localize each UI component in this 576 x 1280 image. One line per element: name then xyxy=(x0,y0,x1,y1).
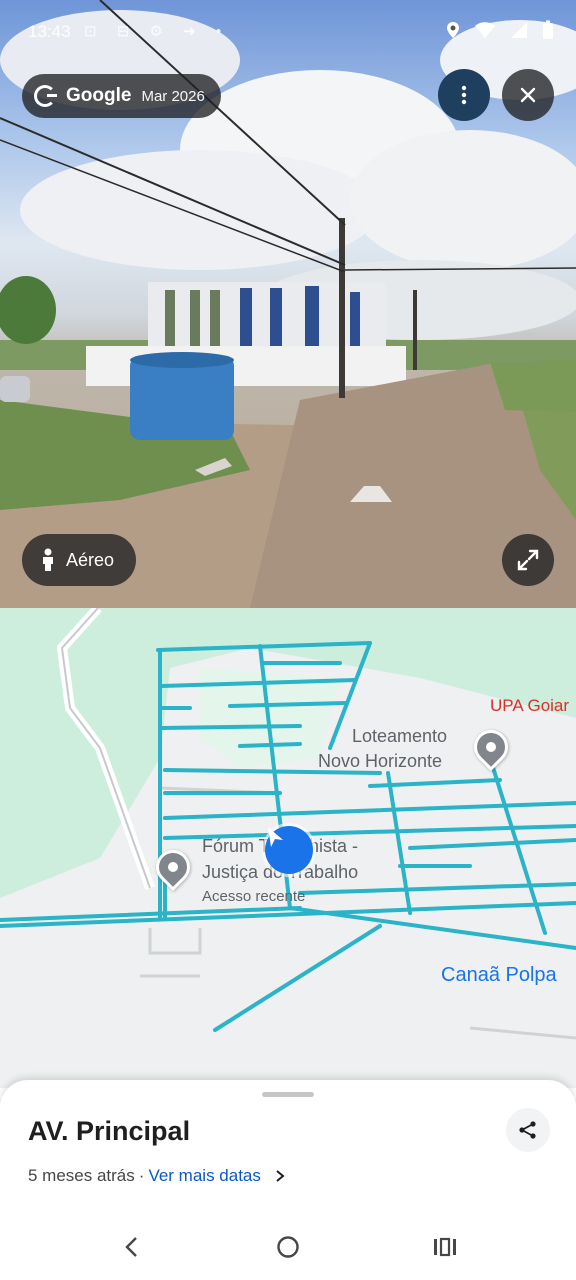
google-date-chip[interactable]: Google Mar 2026 xyxy=(22,74,221,118)
map-view[interactable]: UPA Goiar Loteamento Novo Horizonte Fóru… xyxy=(0,608,576,1088)
home-icon xyxy=(277,1236,299,1258)
date-info-line: 5 meses atrás · Ver mais datas xyxy=(28,1166,285,1186)
current-position-marker xyxy=(265,826,313,874)
home-button[interactable] xyxy=(273,1232,303,1262)
place-title: AV. Principal xyxy=(28,1116,191,1146)
system-navigation-bar xyxy=(0,1216,576,1280)
back-button[interactable] xyxy=(116,1232,146,1262)
location-icon xyxy=(447,22,459,38)
aerial-label: Aéreo xyxy=(66,549,115,570)
recents-button[interactable] xyxy=(430,1232,460,1262)
status-bar: 13:43 ⊡ ⊟ ⚙ ➜ • xyxy=(0,0,576,64)
close-button[interactable] xyxy=(502,69,554,121)
capture-date: Mar 2026 xyxy=(141,87,205,105)
separator-dot: · xyxy=(138,1166,145,1185)
navigation-arrow-icon xyxy=(268,827,283,847)
map-label-canaa[interactable]: Canaã Polpa xyxy=(441,964,557,987)
wifi-icon xyxy=(475,22,495,38)
status-time: 13:43 xyxy=(28,22,71,41)
map-label-loteamento-line1[interactable]: Loteamento xyxy=(352,726,447,747)
fullscreen-button[interactable] xyxy=(502,534,554,586)
signal-icon xyxy=(511,22,527,38)
map-label-upa[interactable]: UPA Goiar xyxy=(490,696,569,716)
close-icon xyxy=(520,87,536,103)
map-label-recent-access: Acesso recente xyxy=(202,888,306,905)
map-label-loteamento-line2[interactable]: Novo Horizonte xyxy=(318,751,442,772)
google-logo-icon xyxy=(34,85,57,107)
more-vert-icon xyxy=(461,85,467,105)
aerial-view-button[interactable]: Aéreo xyxy=(22,534,137,586)
recents-icon xyxy=(434,1237,456,1257)
see-more-dates-link[interactable]: Ver mais datas xyxy=(148,1166,260,1186)
expand-icon xyxy=(517,549,539,571)
drag-handle[interactable] xyxy=(262,1092,314,1097)
chevron-right-icon[interactable] xyxy=(275,1169,285,1183)
back-icon xyxy=(125,1237,137,1257)
person-icon xyxy=(43,548,53,571)
time-ago-label: 5 meses atrás xyxy=(28,1166,135,1185)
share-button[interactable] xyxy=(506,1108,550,1152)
battery-icon xyxy=(543,20,553,39)
share-icon xyxy=(519,1121,536,1139)
google-brand-label: Google xyxy=(66,85,132,106)
notification-icons: ⊡ ⊟ ⚙ ➜ • xyxy=(84,23,230,40)
more-options-button[interactable] xyxy=(438,69,490,121)
